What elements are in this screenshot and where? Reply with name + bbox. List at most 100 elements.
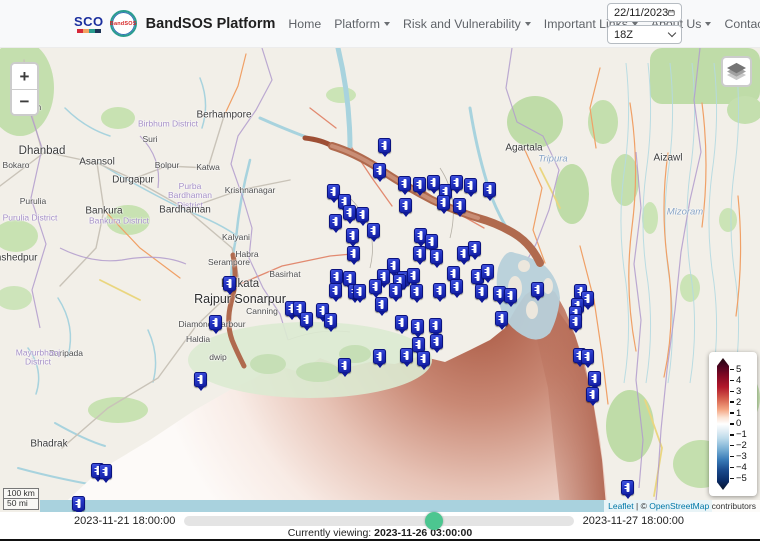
nav-home[interactable]: Home [288, 17, 321, 31]
date-value: 22/11/2023 [614, 7, 668, 19]
timeline-bar: 2023-11-21 18:00:00 2023-11-27 18:00:00 … [0, 512, 760, 541]
station-marker[interactable] [481, 264, 494, 279]
station-marker[interactable] [353, 284, 366, 299]
station-marker[interactable] [395, 315, 408, 330]
station-marker[interactable] [72, 496, 85, 511]
zoom-in-button[interactable]: + [12, 64, 37, 89]
map-canvas[interactable]: GiridihBerhamporeBirbhum DistrictSuriDha… [0, 48, 760, 512]
gauge-icon [334, 286, 337, 295]
station-marker[interactable] [324, 313, 337, 328]
station-marker[interactable] [338, 358, 351, 373]
station-marker[interactable] [300, 312, 313, 327]
station-marker[interactable] [399, 198, 412, 213]
station-marker[interactable] [417, 351, 430, 366]
station-marker[interactable] [437, 195, 450, 210]
nav-label: Platform [334, 17, 380, 31]
gauge-icon [394, 286, 397, 295]
station-marker[interactable] [504, 288, 517, 303]
leaflet-link[interactable]: Leaflet [608, 501, 634, 511]
gauge-icon [509, 291, 512, 300]
station-marker[interactable] [375, 297, 388, 312]
layers-icon [726, 62, 747, 81]
nav-label: Home [288, 17, 321, 31]
gauge-icon [591, 390, 594, 399]
station-marker[interactable] [430, 334, 443, 349]
station-marker[interactable] [450, 175, 463, 190]
station-marker[interactable] [398, 176, 411, 191]
gauge-icon [335, 272, 338, 281]
station-marker[interactable] [346, 228, 359, 243]
osm-link[interactable]: OpenStreetMap [649, 501, 709, 511]
station-marker[interactable] [356, 207, 369, 222]
station-marker[interactable] [453, 198, 466, 213]
gauge-icon [469, 181, 472, 190]
station-marker[interactable] [410, 284, 423, 299]
station-marker[interactable] [581, 349, 594, 364]
gauge-icon [452, 269, 455, 278]
station-marker[interactable] [407, 268, 420, 283]
gauge-icon [419, 231, 422, 240]
station-marker[interactable] [429, 318, 442, 333]
zoom-out-button[interactable]: − [12, 89, 37, 114]
station-marker[interactable] [369, 279, 382, 294]
gauge-icon [403, 179, 406, 188]
colorbar-tick: −4 [730, 463, 747, 472]
gauge-icon [348, 274, 351, 283]
colorbar-tick: 3 [730, 387, 747, 396]
station-marker[interactable] [569, 314, 582, 329]
station-marker[interactable] [373, 349, 386, 364]
gauge-icon [442, 198, 445, 207]
station-marker[interactable] [588, 371, 601, 386]
gauge-icon [329, 316, 332, 325]
station-marker[interactable] [475, 284, 488, 299]
timeline-slider[interactable] [184, 516, 573, 526]
cycle-select[interactable]: 18Z [607, 25, 682, 44]
station-marker[interactable] [389, 283, 402, 298]
station-marker[interactable] [413, 177, 426, 192]
station-marker[interactable] [413, 246, 426, 261]
gauge-icon [361, 210, 364, 219]
station-marker[interactable] [329, 283, 342, 298]
station-marker[interactable] [425, 234, 438, 249]
gauge-icon [422, 354, 425, 363]
station-marker[interactable] [223, 276, 236, 291]
station-marker[interactable] [621, 480, 634, 495]
station-marker[interactable] [400, 348, 413, 363]
colorbar-tick: 2 [730, 398, 747, 407]
station-marker[interactable] [347, 246, 360, 261]
station-marker[interactable] [99, 464, 112, 479]
nav-risk-and-vulnerability[interactable]: Risk and Vulnerability [403, 17, 531, 31]
station-marker[interactable] [209, 315, 222, 330]
nav-platform[interactable]: Platform [334, 17, 390, 31]
station-marker[interactable] [430, 249, 443, 264]
station-marker[interactable] [433, 283, 446, 298]
station-marker[interactable] [450, 279, 463, 294]
station-marker[interactable] [468, 241, 481, 256]
station-marker[interactable] [330, 269, 343, 284]
gauge-icon [435, 252, 438, 261]
gauge-icon [383, 141, 386, 150]
gauge-icon [404, 201, 407, 210]
station-marker[interactable] [373, 163, 386, 178]
station-marker[interactable] [483, 182, 496, 197]
date-input[interactable]: 22/11/2023 [607, 3, 682, 22]
gauge-icon [480, 287, 483, 296]
station-marker[interactable] [411, 319, 424, 334]
station-marker[interactable] [495, 311, 508, 326]
timeline-handle[interactable] [425, 512, 443, 530]
station-marker[interactable] [531, 282, 544, 297]
station-marker[interactable] [464, 178, 477, 193]
station-marker[interactable] [329, 214, 342, 229]
station-marker[interactable] [586, 387, 599, 402]
gauge-icon [574, 317, 577, 326]
station-marker[interactable] [194, 372, 207, 387]
layers-control[interactable] [721, 56, 752, 87]
gauge-icon [498, 289, 501, 298]
station-marker[interactable] [378, 138, 391, 153]
station-marker[interactable] [343, 205, 356, 220]
nav-contact[interactable]: Contact [724, 17, 760, 31]
station-marker[interactable] [367, 223, 380, 238]
colorbar-tick: 0 [730, 419, 747, 428]
gauge-icon [305, 315, 308, 324]
station-marker[interactable] [412, 337, 425, 352]
